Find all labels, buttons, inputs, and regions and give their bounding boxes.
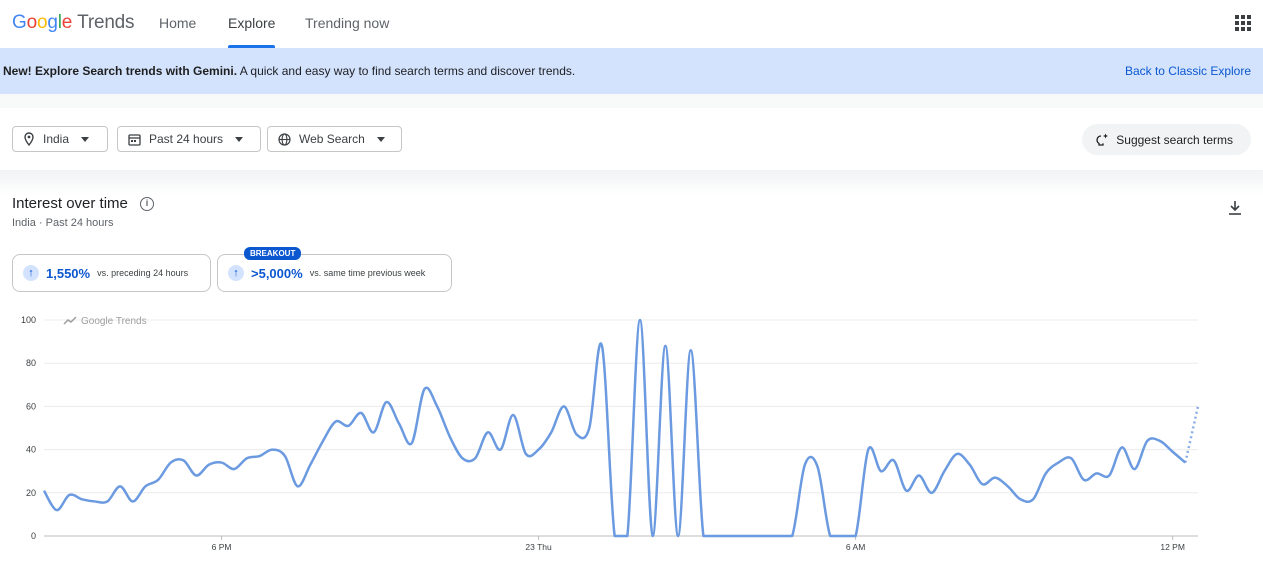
apps-grid-icon[interactable] [1235, 15, 1251, 31]
series-line [42, 318, 1187, 538]
nav-trending-now[interactable]: Trending now [305, 0, 389, 48]
arrow-up-icon: ↑ [228, 265, 244, 281]
breakout-badge: BREAKOUT [244, 247, 302, 260]
suggest-search-terms-button[interactable]: Suggest search terms [1082, 124, 1251, 155]
partial-series-line [1184, 406, 1200, 463]
nav-home[interactable]: Home [159, 0, 196, 48]
globe-icon [278, 132, 291, 146]
back-to-classic-link[interactable]: Back to Classic Explore [1125, 48, 1251, 94]
logo-letter: g [47, 12, 58, 33]
download-icon[interactable] [1228, 200, 1242, 216]
calendar-icon [128, 133, 141, 146]
search-property-value: Web Search [299, 132, 365, 146]
y-tick-label: 60 [26, 401, 36, 411]
banner-bold: New! Explore Search trends with Gemini. [3, 64, 238, 78]
search-property-dropdown[interactable]: Web Search [267, 126, 402, 152]
watermark-text: Google Trends [81, 316, 147, 327]
chevron-down-icon [235, 136, 244, 142]
divider [0, 170, 1263, 196]
sparkle-bulb-icon [1096, 133, 1109, 146]
logo-letter: e [61, 12, 73, 33]
info-icon[interactable]: i [140, 197, 154, 211]
logo-wordmark: Google [12, 12, 72, 33]
time-range-value: Past 24 hours [149, 132, 224, 146]
banner-text: A quick and easy way to find search term… [239, 64, 576, 78]
logo-suffix: Trends [77, 12, 135, 33]
banner-message: New! Explore Search trends with Gemini. … [3, 48, 575, 94]
stat-chip-preceding: ↑ 1,550% vs. preceding 24 hours [12, 254, 211, 292]
card-title: Interest over time [12, 195, 128, 212]
interest-over-time-chart[interactable]: 0 20 40 60 80 100 6 PM 23 Thu 6 AM 12 PM Google Tr… [0, 300, 1263, 562]
location-pin-icon [24, 132, 34, 146]
suggest-label: Suggest search terms [1116, 132, 1233, 147]
time-range-dropdown[interactable]: Past 24 hours [117, 126, 261, 152]
stat-label: vs. same time previous week [309, 268, 426, 278]
stat-value: >5,000% [251, 265, 303, 281]
location-value: India [43, 132, 70, 146]
y-tick-label: 40 [26, 445, 36, 455]
location-dropdown[interactable]: India [12, 126, 108, 152]
divider [0, 94, 1263, 108]
y-tick-label: 20 [26, 488, 36, 498]
stat-value: 1,550% [46, 265, 91, 281]
google-trends-logo[interactable]: Google Trends [12, 12, 135, 34]
y-tick-label: 0 [31, 531, 36, 541]
y-tick-label: 100 [21, 315, 36, 325]
top-bar: Google Trends Home Explore Trending now [0, 0, 1263, 48]
x-tick-label: 6 AM [846, 542, 865, 552]
logo-letter: o [36, 12, 48, 33]
logo-letter: o [26, 12, 38, 33]
arrow-up-icon: ↑ [23, 265, 39, 281]
x-tick-label: 6 PM [212, 542, 232, 552]
nav-explore[interactable]: Explore [228, 0, 276, 48]
stat-label: vs. preceding 24 hours [97, 268, 189, 278]
y-tick-label: 80 [26, 358, 36, 368]
chevron-down-icon [81, 136, 90, 142]
x-tick-label: 23 Thu [525, 542, 552, 552]
chevron-down-icon [376, 136, 385, 142]
filter-bar: India Past 24 hours Web Search Suggest s… [0, 108, 1263, 170]
card-subtitle: India · Past 24 hours [12, 217, 114, 229]
x-tick-label: 12 PM [1160, 542, 1185, 552]
logo-letter: G [12, 12, 27, 33]
gemini-banner: New! Explore Search trends with Gemini. … [0, 48, 1263, 94]
